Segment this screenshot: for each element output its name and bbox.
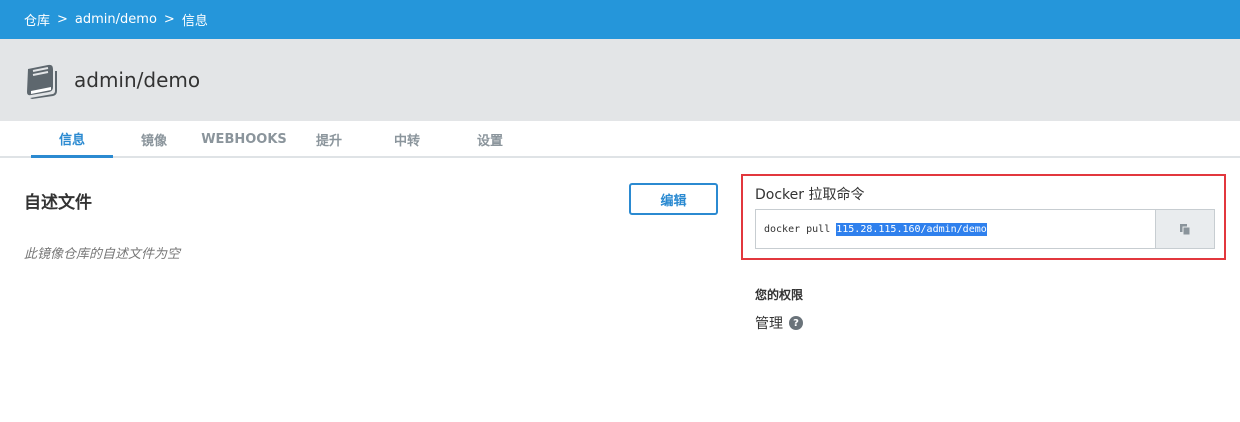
book-stack-icon bbox=[27, 64, 57, 99]
breadcrumb: 仓库 > admin/demo > 信息 bbox=[0, 0, 1240, 39]
breadcrumb-repo[interactable]: admin/demo bbox=[75, 12, 157, 27]
repo-title: admin/demo bbox=[74, 68, 201, 92]
repo-tabs: 信息 镜像 WEBHOOKS 提升 中转 设置 bbox=[0, 121, 1240, 158]
docker-pull-prefix: docker pull bbox=[764, 223, 837, 235]
permissions-value: 管理 bbox=[755, 316, 783, 332]
copy-icon bbox=[1180, 223, 1191, 235]
docker-pull-row: docker pull 115.28.115.160/admin/demo bbox=[755, 209, 1215, 249]
permissions-value-row: 管理 ? bbox=[755, 313, 803, 333]
copy-button[interactable] bbox=[1155, 209, 1215, 249]
breadcrumb-separator: > bbox=[57, 12, 68, 27]
tab-settings[interactable]: 设置 bbox=[449, 121, 531, 158]
tab-webhooks[interactable]: WEBHOOKS bbox=[195, 121, 293, 158]
permissions-title: 您的权限 bbox=[755, 288, 804, 302]
docker-pull-panel: Docker 拉取命令 docker pull 115.28.115.160/a… bbox=[741, 174, 1226, 260]
docker-pull-target: 115.28.115.160/admin/demo bbox=[836, 222, 987, 236]
edit-button[interactable]: 编辑 bbox=[629, 183, 718, 215]
docker-pull-label: Docker 拉取命令 bbox=[755, 187, 865, 203]
tab-info[interactable]: 信息 bbox=[31, 121, 113, 158]
question-circle-icon[interactable]: ? bbox=[789, 316, 803, 330]
readme-empty-text: 此镜像仓库的自述文件为空 bbox=[24, 247, 181, 262]
breadcrumb-separator: > bbox=[163, 12, 175, 27]
tab-images[interactable]: 镜像 bbox=[113, 121, 195, 158]
breadcrumb-current: 信息 bbox=[181, 14, 208, 29]
tab-promotion[interactable]: 提升 bbox=[293, 121, 365, 158]
tab-relay[interactable]: 中转 bbox=[365, 121, 449, 158]
main-content: 自述文件 编辑 此镜像仓库的自述文件为空 Docker 拉取命令 docker … bbox=[0, 158, 1240, 422]
docker-pull-command-field[interactable]: docker pull 115.28.115.160/admin/demo bbox=[755, 209, 1155, 249]
repo-header: admin/demo bbox=[0, 39, 1240, 121]
breadcrumb-repositories[interactable]: 仓库 bbox=[24, 10, 50, 29]
readme-title: 自述文件 bbox=[24, 193, 92, 213]
